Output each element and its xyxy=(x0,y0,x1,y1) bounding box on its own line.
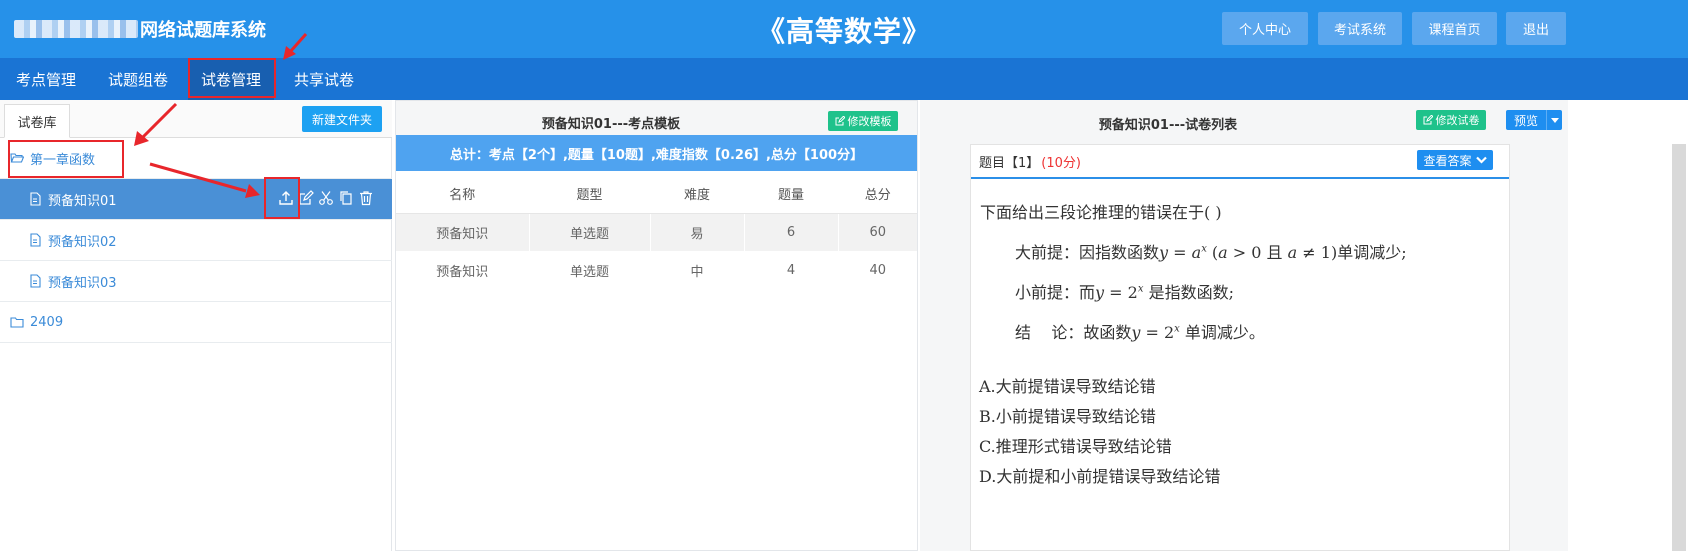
question-stem: 下面给出三段论推理的错误在于( ) xyxy=(980,203,1222,222)
column-header: 名称 xyxy=(396,175,529,214)
nav-item-topics[interactable]: 考点管理 xyxy=(0,58,92,100)
tree-label: 2409 xyxy=(30,314,64,330)
file-icon xyxy=(28,192,42,206)
tree-label: 预备知识03 xyxy=(48,275,117,291)
table-cell: 单选题 xyxy=(528,251,650,289)
course-home-button[interactable]: 课程首页 xyxy=(1412,12,1497,45)
table-cell: 6 xyxy=(743,213,838,251)
view-answer-label: 查看答案 xyxy=(1423,153,1472,168)
cut-icon[interactable] xyxy=(316,187,336,209)
annotation-box-upload xyxy=(264,177,300,219)
column-header: 难度 xyxy=(649,175,744,214)
template-summary: 总计：考点【2个】,题量【10题】,难度指数【0.26】,总分【100分】 xyxy=(396,135,917,171)
table-header-row: 名称 题型 难度 题量 总分 xyxy=(396,175,917,214)
option-a[interactable]: A.大前提错误导致结论错 xyxy=(979,373,1156,397)
caret-down-icon[interactable] xyxy=(1546,110,1562,130)
minor-premise: 小前提：而y = 2x 是指数函数; xyxy=(1015,279,1234,303)
new-folder-button[interactable]: 新建文件夹 xyxy=(302,106,382,132)
column-header: 题量 xyxy=(743,175,838,214)
table-cell: 中 xyxy=(649,251,744,289)
tree-folder-2409[interactable]: 2409 xyxy=(0,302,392,343)
table-cell: 预备知识 xyxy=(396,213,529,251)
edit-icon xyxy=(835,116,845,126)
tab-paper-library[interactable]: 试卷库 xyxy=(4,104,70,138)
nav-item-compose[interactable]: 试题组卷 xyxy=(92,58,184,100)
annotation-box-folder xyxy=(8,140,124,178)
column-header: 题型 xyxy=(528,175,650,214)
template-title: 预备知识01---考点模板 xyxy=(541,117,681,132)
table-cell: 预备知识 xyxy=(436,264,489,280)
view-answer-button[interactable]: 查看答案 xyxy=(1417,150,1493,170)
file-icon xyxy=(28,233,42,247)
edit-paper-button[interactable]: 修改试卷 xyxy=(1416,110,1486,130)
template-panel: 预备知识01---考点模板 修改模板 总计：考点【2个】,题量【10题】,难度指… xyxy=(395,100,918,551)
logout-button[interactable]: 退出 xyxy=(1506,12,1566,45)
question-score: (10分) xyxy=(1041,155,1081,171)
option-d[interactable]: D.大前提和小前提错误导致结论错 xyxy=(979,463,1220,487)
tree-file-prep03[interactable]: 预备知识03 xyxy=(0,261,392,302)
copy-icon[interactable] xyxy=(336,187,356,209)
preview-dropdown-button[interactable]: 预览 xyxy=(1506,110,1562,130)
edit-icon xyxy=(1423,115,1433,125)
question-number: 题目【1】 xyxy=(979,155,1040,171)
table-cell: 40 xyxy=(837,251,917,289)
template-header: 预备知识01---考点模板 修改模板 xyxy=(396,101,917,135)
edit-template-button[interactable]: 修改模板 xyxy=(828,111,898,131)
folder-icon xyxy=(10,315,24,329)
app-header: 网络试题库系统 《高等数学》 个人中心 考试系统 课程首页 退出 xyxy=(0,0,1688,58)
major-premise-text: 大前提：因指数函数 xyxy=(1015,243,1160,262)
table-cell: 60 xyxy=(837,213,917,251)
table-row: 预备知识 单选题 中 4 40 xyxy=(396,251,917,289)
table-cell: 易 xyxy=(649,213,744,251)
library-tabbar: 试卷库 新建文件夹 xyxy=(0,100,392,138)
nav-item-shared-papers[interactable]: 共享试卷 xyxy=(278,58,370,100)
table-row: 预备知识 单选题 易 6 60 xyxy=(396,213,917,251)
question-card: 题目【1】 (10分) 查看答案 下面给出三段论推理的错误在于( ) 大前提：因… xyxy=(970,144,1510,551)
file-icon xyxy=(28,274,42,288)
tree-file-prep01[interactable]: 预备知识01 xyxy=(0,179,392,220)
edit-template-label: 修改模板 xyxy=(847,115,892,128)
conclusion-formula: y = 2x xyxy=(1131,323,1180,342)
minor-premise-tail: 是指数函数; xyxy=(1148,283,1234,302)
option-b[interactable]: B.小前提错误导致结论错 xyxy=(979,403,1156,427)
conclusion: 结 论：故函数y = 2x 单调减少。 xyxy=(1015,319,1265,343)
table-cell: 4 xyxy=(743,251,838,289)
chevron-down-icon xyxy=(1475,156,1487,164)
major-premise-tail: 单调减少; xyxy=(1337,243,1407,262)
right-scrollbar[interactable] xyxy=(1670,100,1688,551)
annotation-box-nav xyxy=(188,58,276,98)
tree-label: 预备知识01 xyxy=(48,193,117,209)
conclusion-tail: 单调减少。 xyxy=(1184,323,1265,342)
paper-list-panel: 预备知识01---试卷列表 修改试卷 预览 题目【1】 (10分) 查看答案 下… xyxy=(920,100,1568,551)
scrollbar-thumb[interactable] xyxy=(1672,144,1686,551)
exam-system-button[interactable]: 考试系统 xyxy=(1318,12,1402,45)
major-premise: 大前提：因指数函数y = ax (a > 0 且 a ≠ 1)单调减少; xyxy=(1015,239,1407,263)
major-premise-formula: y = ax (a > 0 且 a ≠ 1) xyxy=(1159,243,1338,262)
minor-premise-formula: y = 2x xyxy=(1095,283,1144,302)
edit-paper-label: 修改试卷 xyxy=(1435,114,1480,127)
conclusion-text: 结 论：故函数 xyxy=(1015,323,1132,342)
preview-label: 预览 xyxy=(1513,113,1538,128)
paper-list-title: 预备知识01---试卷列表 xyxy=(1098,118,1238,133)
option-c[interactable]: C.推理形式错误导致结论错 xyxy=(979,433,1172,457)
delete-icon[interactable] xyxy=(356,187,376,209)
column-header: 总分 xyxy=(837,175,917,214)
minor-premise-text: 小前提：而 xyxy=(1015,283,1096,302)
table-cell: 单选题 xyxy=(528,213,650,251)
tree-label: 预备知识02 xyxy=(48,234,117,250)
personal-center-button[interactable]: 个人中心 xyxy=(1222,12,1308,45)
tree-file-prep02[interactable]: 预备知识02 xyxy=(0,220,392,261)
template-table: 名称 题型 难度 题量 总分 预备知识 单选题 易 6 60 预备知识 单选题 … xyxy=(396,175,917,289)
